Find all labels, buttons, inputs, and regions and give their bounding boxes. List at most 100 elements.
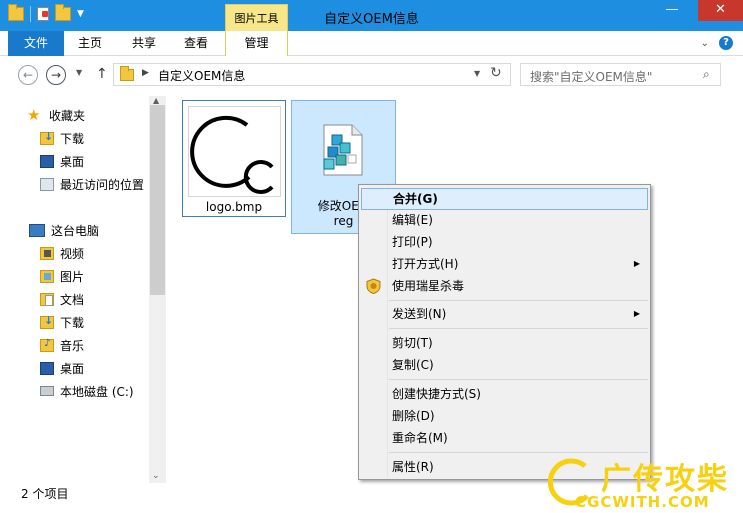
menu-item-merge[interactable]: 合并(G) — [361, 188, 648, 210]
computer-icon — [29, 223, 45, 237]
recent-places-icon — [40, 177, 54, 191]
navigation-bar: ← → ▼ ↑ ▶ 自定义OEM信息 ▼ ↻ 搜索"自定义OEM信息" ⌕ — [0, 56, 743, 93]
up-arrow-icon[interactable]: ↑ — [96, 66, 108, 82]
scroll-down-icon[interactable]: ⌄ — [152, 471, 160, 481]
refresh-icon[interactable]: ↻ — [490, 65, 502, 81]
menu-item-label: 剪切(T) — [392, 336, 433, 350]
tab-view[interactable]: 查看 — [176, 31, 216, 56]
desktop-icon — [40, 154, 54, 168]
desktop-icon — [40, 361, 54, 375]
menu-item-open-with[interactable]: 打开方式(H) ▶ — [361, 253, 648, 275]
menu-separator — [389, 379, 648, 380]
search-input[interactable]: 搜索"自定义OEM信息" ⌕ — [520, 63, 721, 86]
item-count: 2 个项目 — [21, 487, 69, 501]
downloads-folder-icon — [40, 314, 54, 329]
sidebar-item-music[interactable]: 音乐 — [40, 335, 84, 355]
sidebar-item-label: 这台电脑 — [51, 223, 100, 238]
menu-item-label: 创建快捷方式(S) — [392, 387, 481, 401]
forward-button[interactable]: → — [46, 65, 66, 85]
pictures-folder-icon — [40, 269, 54, 283]
menu-item-send-to[interactable]: 发送到(N) ▶ — [361, 303, 648, 325]
menu-item-label: 打开方式(H) — [392, 257, 459, 271]
breadcrumb[interactable]: 自定义OEM信息 — [158, 67, 245, 84]
menu-item-rising-antivirus[interactable]: 使用瑞星杀毒 — [361, 275, 648, 297]
help-icon[interactable]: ? — [719, 36, 733, 50]
sidebar-item-desktop-pc[interactable]: 桌面 — [40, 358, 84, 378]
scrollbar-thumb[interactable] — [150, 105, 165, 295]
tab-home[interactable]: 主页 — [70, 31, 110, 56]
menu-item-label: 属性(R) — [392, 460, 434, 474]
menu-item-label: 重命名(M) — [392, 431, 448, 445]
downloads-folder-icon — [40, 130, 54, 145]
menu-item-label: 删除(D) — [392, 409, 435, 423]
picture-tools-tab-header: 图片工具 — [225, 4, 288, 31]
file-name: logo.bmp — [205, 200, 263, 214]
videos-folder-icon — [40, 246, 54, 260]
sidebar-item-label: 文档 — [60, 292, 85, 307]
title-bar: ▼ 自定义OEM信息 图片工具 — ✕ — [0, 0, 743, 31]
watermark: 广传攻柴 CGCWITH.COM — [545, 452, 743, 513]
menu-separator — [389, 300, 648, 301]
menu-item-edit[interactable]: 编辑(E) — [361, 209, 648, 231]
menu-item-label: 复制(C) — [392, 358, 434, 372]
address-bar[interactable]: ▶ 自定义OEM信息 ▼ ↻ — [113, 63, 511, 86]
sidebar-item-label: 本地磁盘 (C:) — [60, 384, 134, 399]
menu-item-rename[interactable]: 重命名(M) — [361, 427, 648, 449]
sidebar-item-downloads-pc[interactable]: 下载 — [40, 312, 84, 332]
minimize-button[interactable]: — — [660, 0, 684, 21]
sidebar-item-favorites[interactable]: ★ 收藏夹 — [27, 105, 85, 125]
documents-folder-icon — [40, 292, 54, 306]
submenu-arrow-icon: ▶ — [633, 309, 640, 318]
navigation-pane-scrollbar[interactable]: ▲ ⌄ — [149, 96, 166, 483]
watermark-subtext: CGCWITH.COM — [575, 493, 710, 511]
sidebar-item-videos[interactable]: 视频 — [40, 243, 84, 263]
menu-item-copy[interactable]: 复制(C) — [361, 354, 648, 376]
file-item-logo[interactable]: logo.bmp — [182, 100, 286, 217]
window-title: 自定义OEM信息 — [324, 12, 419, 27]
sidebar-item-recent-places[interactable]: 最近访问的位置 — [40, 174, 144, 194]
tab-file[interactable]: 文件 — [8, 31, 64, 56]
breadcrumb-chevron-icon[interactable]: ▶ — [142, 68, 149, 78]
watermark-text: 广传攻柴 — [601, 462, 729, 497]
back-button[interactable]: ← — [18, 65, 38, 85]
menu-item-label: 使用瑞星杀毒 — [392, 279, 465, 293]
recent-locations-dropdown-icon[interactable]: ▼ — [76, 68, 82, 77]
tab-share[interactable]: 共享 — [124, 31, 164, 56]
sidebar-item-downloads[interactable]: 下载 — [40, 128, 84, 148]
sidebar-item-label: 桌面 — [60, 154, 85, 169]
submenu-arrow-icon: ▶ — [633, 259, 640, 268]
menu-item-label: 合并(G) — [393, 192, 438, 206]
expand-ribbon-icon[interactable]: ⌄ — [701, 38, 709, 49]
sidebar-item-documents[interactable]: 文档 — [40, 289, 84, 309]
tab-manage[interactable]: 管理 — [225, 31, 288, 56]
menu-item-label: 编辑(E) — [392, 213, 433, 227]
menu-item-label: 发送到(N) — [392, 307, 447, 321]
shield-icon — [366, 278, 381, 294]
drive-icon — [40, 386, 54, 396]
sidebar-item-label: 图片 — [60, 269, 85, 284]
navigation-pane: ★ 收藏夹 下载 桌面 最近访问的位置 这台电脑 视频 图片 文档 下载 音乐 … — [0, 93, 166, 483]
menu-item-create-shortcut[interactable]: 创建快捷方式(S) — [361, 383, 648, 405]
sidebar-item-label: 最近访问的位置 — [60, 177, 145, 192]
search-placeholder: 搜索"自定义OEM信息" — [530, 70, 653, 84]
logo-thumbnail-icon — [190, 115, 274, 194]
ribbon: 文件 主页 共享 查看 管理 ⌄ ? — [0, 31, 743, 56]
context-menu: 合并(G) 编辑(E) 打印(P) 打开方式(H) ▶ 使用瑞星杀毒 发送到(N)… — [358, 184, 651, 480]
menu-item-print[interactable]: 打印(P) — [361, 231, 648, 253]
menu-item-cut[interactable]: 剪切(T) — [361, 332, 648, 354]
close-button[interactable]: ✕ — [698, 0, 743, 21]
address-dropdown-icon[interactable]: ▼ — [474, 69, 480, 78]
menu-item-delete[interactable]: 删除(D) — [361, 405, 648, 427]
sidebar-item-desktop[interactable]: 桌面 — [40, 151, 84, 171]
folder-icon — [120, 66, 134, 81]
search-icon[interactable]: ⌕ — [703, 67, 710, 82]
sidebar-item-label: 音乐 — [60, 338, 85, 353]
sidebar-item-this-pc[interactable]: 这台电脑 — [29, 220, 99, 240]
registry-file-icon — [323, 124, 363, 176]
sidebar-item-pictures[interactable]: 图片 — [40, 266, 84, 286]
sidebar-item-local-disk[interactable]: 本地磁盘 (C:) — [40, 381, 134, 401]
sidebar-item-label: 下载 — [60, 315, 85, 330]
sidebar-item-label: 收藏夹 — [49, 108, 86, 123]
scroll-up-icon[interactable]: ▲ — [153, 96, 159, 105]
menu-item-label: 打印(P) — [392, 235, 433, 249]
